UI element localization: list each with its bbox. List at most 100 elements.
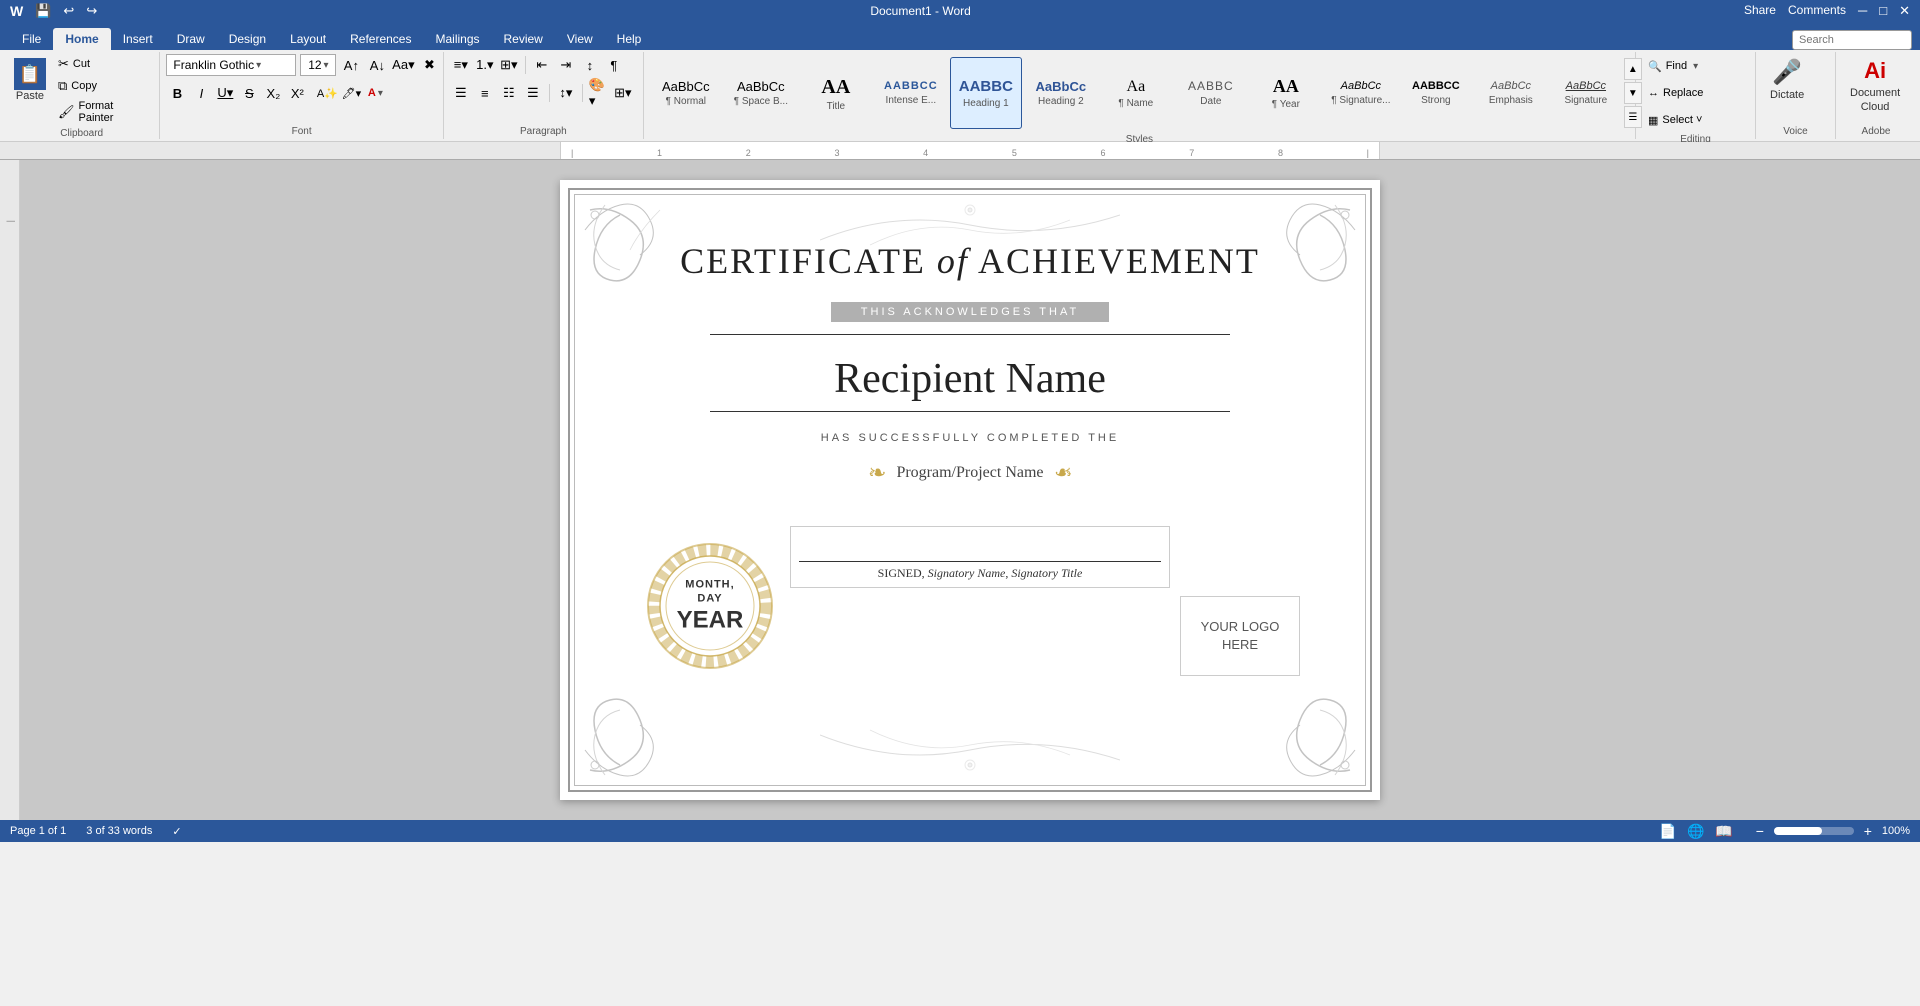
tab-mailings[interactable]: Mailings bbox=[423, 28, 491, 50]
sort-button[interactable]: ↕ bbox=[579, 54, 601, 76]
left-margin-ruler: | bbox=[0, 160, 20, 820]
find-label: Find bbox=[1666, 60, 1687, 72]
view-print-button[interactable]: 📄 bbox=[1658, 823, 1678, 839]
font-size-selector[interactable]: 12 ▾ bbox=[300, 54, 336, 76]
style-normal[interactable]: AaBbCc ¶ Normal bbox=[650, 57, 722, 129]
tab-draw[interactable]: Draw bbox=[165, 28, 217, 50]
copy-button[interactable]: ⧉ Copy bbox=[54, 76, 153, 96]
style-signature[interactable]: AaBbCc ¶ Signature... bbox=[1325, 57, 1397, 129]
line-spacing-button[interactable]: ↕▾ bbox=[555, 82, 577, 104]
cert-content: CERTIFICATE of ACHIEVEMENT THIS ACKNOWLE… bbox=[560, 180, 1380, 716]
show-hide-button[interactable]: ¶ bbox=[603, 54, 625, 76]
zoom-out-button[interactable]: − bbox=[1750, 823, 1770, 839]
paste-button[interactable]: 📋 Paste bbox=[10, 54, 50, 106]
increase-indent-button[interactable]: ⇥ bbox=[555, 54, 577, 76]
app-logo-icon[interactable]: W bbox=[10, 3, 23, 19]
zoom-slider[interactable] bbox=[1774, 827, 1854, 835]
maximize-button[interactable]: □ bbox=[1879, 3, 1887, 19]
select-icon: ▦ bbox=[1648, 114, 1658, 127]
format-painter-button[interactable]: 🖌 Format Painter bbox=[54, 98, 153, 126]
document-title: Document1 - Word bbox=[870, 4, 970, 18]
style-intense-emphasis[interactable]: AABBCC Intense E... bbox=[875, 57, 947, 129]
style-date[interactable]: AABBC Date bbox=[1175, 57, 1247, 129]
find-button[interactable]: 🔍 Find ▾ bbox=[1642, 54, 1709, 78]
subscript-button[interactable]: X₂ bbox=[262, 82, 284, 104]
clipboard-secondary: ✂ Cut ⧉ Copy 🖌 Format Painter bbox=[54, 54, 153, 126]
font-color-icon: A bbox=[368, 87, 376, 99]
minimize-button[interactable]: ─ bbox=[1858, 3, 1867, 19]
decrease-indent-button[interactable]: ⇤ bbox=[531, 54, 553, 76]
style-sig2-name: Signature bbox=[1564, 95, 1607, 106]
style-space-before[interactable]: AaBbCc ¶ Space B... bbox=[725, 57, 797, 129]
font-name-selector[interactable]: Franklin Gothic ▾ bbox=[166, 54, 296, 76]
shading-button[interactable]: 🎨▾ bbox=[588, 82, 610, 104]
style-strong[interactable]: AABBCC Strong bbox=[1400, 57, 1472, 129]
font-grow-button[interactable]: A↑ bbox=[340, 54, 362, 76]
document-cloud-button[interactable]: Ai DocumentCloud bbox=[1842, 54, 1908, 119]
cert-bottom: MONTH, DAY YEAR SIGNED, Sig bbox=[640, 526, 1300, 676]
tab-file[interactable]: File bbox=[10, 28, 53, 50]
comments-button[interactable]: Comments bbox=[1788, 3, 1846, 19]
bold-button[interactable]: B bbox=[166, 82, 188, 104]
tab-view[interactable]: View bbox=[555, 28, 605, 50]
style-emphasis[interactable]: AaBbCc Emphasis bbox=[1475, 57, 1547, 129]
style-heading1[interactable]: AABBC Heading 1 bbox=[950, 57, 1022, 129]
italic-button[interactable]: I bbox=[190, 82, 212, 104]
font-color-button[interactable]: A ▾ bbox=[364, 82, 386, 104]
replace-icon: ↔ bbox=[1648, 87, 1659, 99]
tab-insert[interactable]: Insert bbox=[111, 28, 165, 50]
style-year[interactable]: AA ¶ Year bbox=[1250, 57, 1322, 129]
align-left-button[interactable]: ☰ bbox=[450, 82, 472, 104]
ruler-tick: 2 bbox=[746, 148, 751, 158]
cert-program: Program/Project Name bbox=[896, 464, 1043, 482]
style-title[interactable]: AA Title bbox=[800, 57, 872, 129]
page-scroll-area[interactable]: CERTIFICATE of ACHIEVEMENT THIS ACKNOWLE… bbox=[20, 160, 1920, 820]
quick-access-undo[interactable]: ↩ bbox=[63, 3, 74, 19]
select-button[interactable]: ▦ Select ˅ bbox=[1642, 108, 1709, 132]
style-heading2[interactable]: AaBbCc Heading 2 bbox=[1025, 57, 1097, 129]
format-painter-label: Format Painter bbox=[79, 100, 150, 124]
font-shrink-button[interactable]: A↓ bbox=[366, 54, 388, 76]
search-input[interactable] bbox=[1792, 30, 1912, 50]
bullets-button[interactable]: ≡▾ bbox=[450, 54, 472, 76]
view-read-button[interactable]: 📖 bbox=[1714, 823, 1734, 839]
change-case-button[interactable]: Aa▾ bbox=[392, 54, 414, 76]
superscript-button[interactable]: X² bbox=[286, 82, 308, 104]
tab-references[interactable]: References bbox=[338, 28, 423, 50]
document-area: | bbox=[0, 160, 1920, 820]
style-name[interactable]: Aa ¶ Name bbox=[1100, 57, 1172, 129]
tab-home[interactable]: Home bbox=[53, 28, 110, 50]
close-button[interactable]: ✕ bbox=[1899, 3, 1910, 19]
adobe-icon: Ai bbox=[1864, 58, 1886, 84]
share-button[interactable]: Share bbox=[1744, 3, 1776, 19]
view-web-button[interactable]: 🌐 bbox=[1686, 823, 1706, 839]
tab-review[interactable]: Review bbox=[492, 28, 555, 50]
dictate-button[interactable]: 🎤 Dictate bbox=[1762, 54, 1812, 105]
tab-design[interactable]: Design bbox=[217, 28, 278, 50]
underline-button[interactable]: U▾ bbox=[214, 82, 236, 104]
replace-button[interactable]: ↔ Replace bbox=[1642, 81, 1709, 105]
clear-format-button[interactable]: ✖ bbox=[418, 54, 440, 76]
quick-access-redo[interactable]: ↪ bbox=[86, 3, 97, 19]
zoom-in-button[interactable]: + bbox=[1858, 823, 1878, 839]
tab-help[interactable]: Help bbox=[605, 28, 654, 50]
sig-space bbox=[799, 531, 1161, 561]
ribbon-group-paragraph: ≡▾ 1.▾ ⊞▾ ⇤ ⇥ ↕ ¶ ☰ ≡ ☷ ☰ ↕▾ 🎨▾ ⊞▾ Par bbox=[444, 52, 644, 139]
justify-button[interactable]: ☰ bbox=[522, 82, 544, 104]
borders-button[interactable]: ⊞▾ bbox=[612, 82, 634, 104]
ruler-corner bbox=[0, 142, 20, 159]
strikethrough-button[interactable]: S bbox=[238, 82, 260, 104]
styles-gallery: AaBbCc ¶ Normal AaBbCc ¶ Space B... AA T… bbox=[650, 54, 1622, 132]
text-highlight-button[interactable]: 🖊▾ bbox=[340, 82, 362, 104]
paste-label: Paste bbox=[16, 90, 44, 102]
numbering-button[interactable]: 1.▾ bbox=[474, 54, 496, 76]
cut-button[interactable]: ✂ Cut bbox=[54, 54, 153, 74]
multilevel-button[interactable]: ⊞▾ bbox=[498, 54, 520, 76]
align-center-button[interactable]: ≡ bbox=[474, 82, 496, 104]
text-effects-button[interactable]: A✨ bbox=[316, 82, 338, 104]
proofing-icon[interactable]: ✓ bbox=[172, 825, 181, 838]
quick-access-save[interactable]: 💾 bbox=[35, 3, 51, 19]
align-right-button[interactable]: ☷ bbox=[498, 82, 520, 104]
tab-layout[interactable]: Layout bbox=[278, 28, 338, 50]
style-signature2[interactable]: AaBbCc Signature bbox=[1550, 57, 1622, 129]
